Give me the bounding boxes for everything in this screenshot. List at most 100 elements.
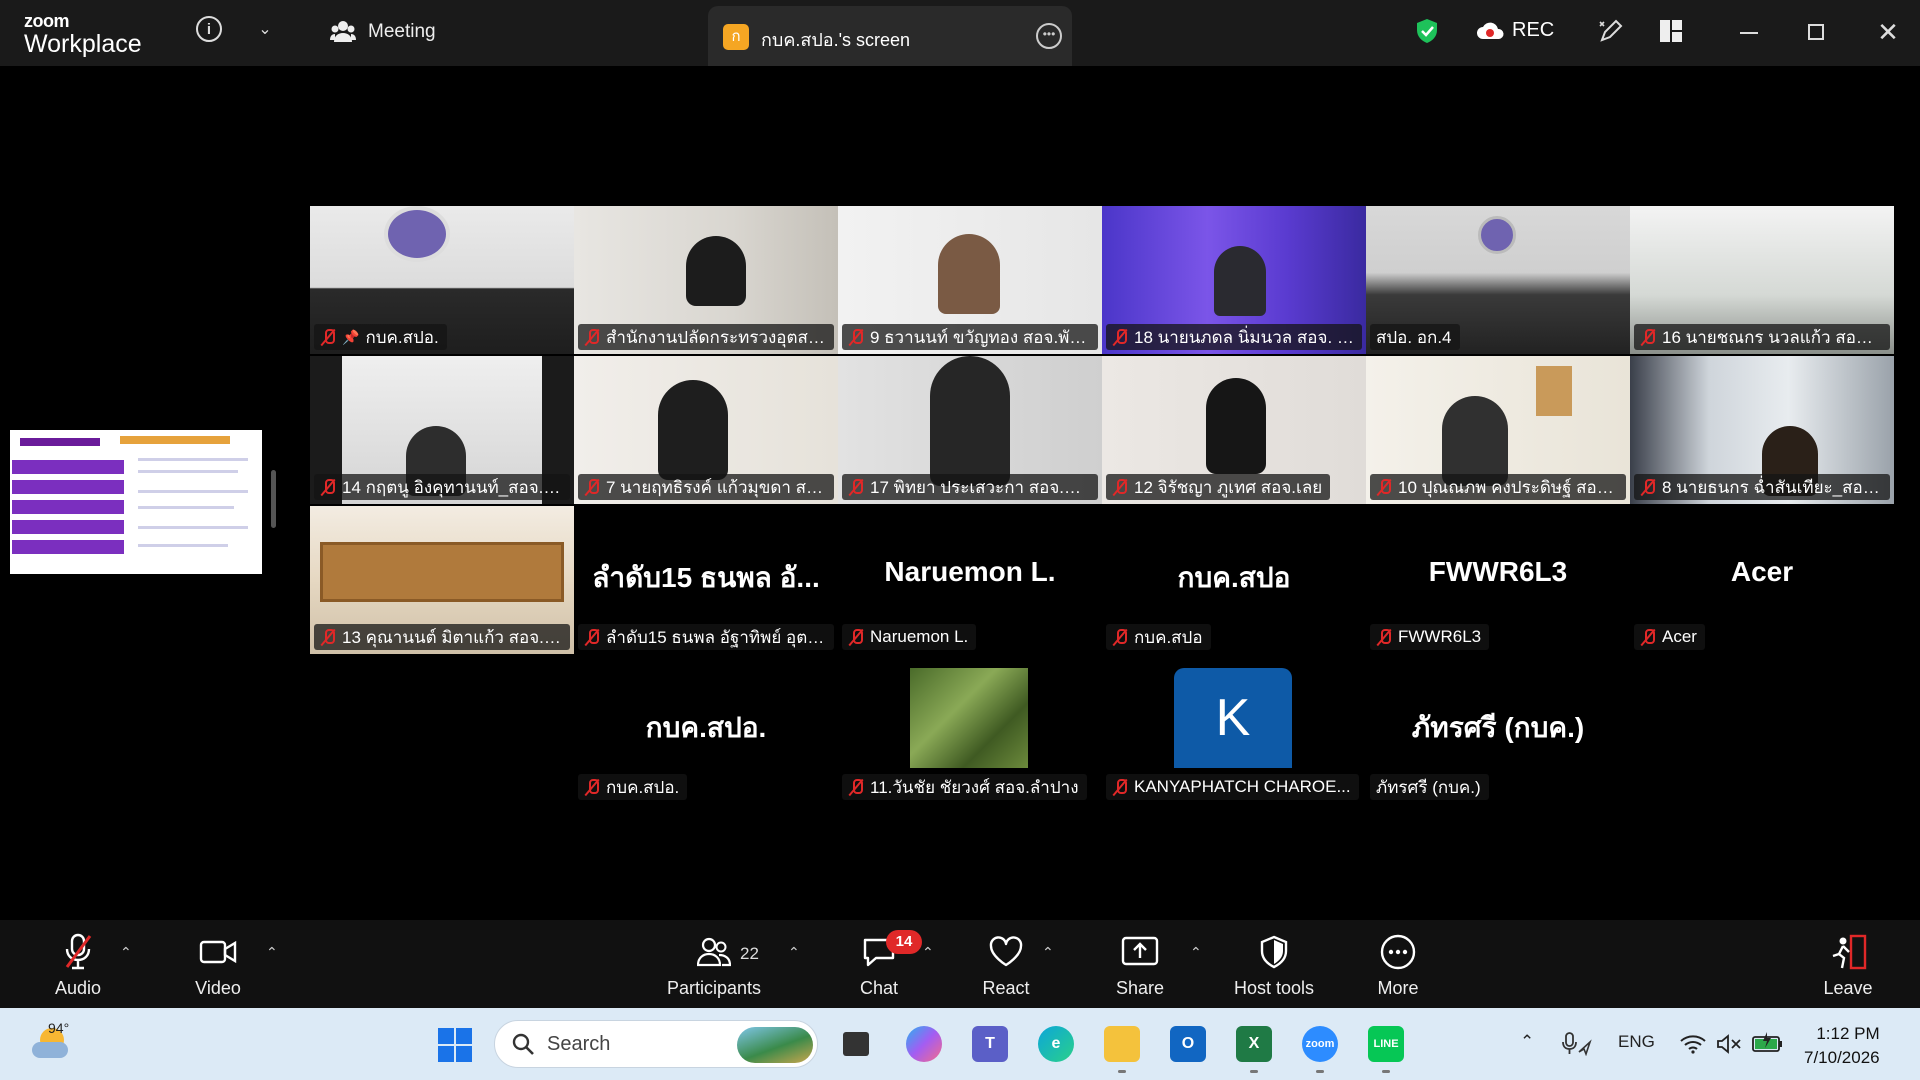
name-tag: Acer — [1634, 624, 1705, 650]
line-icon[interactable]: LINE — [1368, 1026, 1404, 1062]
participant-tile[interactable]: 9 ธวานนท์ ขวัญทอง สอจ.พัทลุง — [838, 206, 1102, 354]
outlook-icon[interactable]: O — [1170, 1026, 1206, 1062]
clock-time: 1:12 PM — [1816, 1024, 1880, 1043]
copilot-icon[interactable] — [906, 1026, 942, 1062]
file-explorer-icon[interactable] — [1104, 1026, 1140, 1062]
close-icon[interactable]: ✕ — [1876, 17, 1900, 47]
participant-tile[interactable]: 13 คุณานนต์ มิตาแก้ว สอจ.ส... — [310, 506, 574, 654]
system-clock[interactable]: 1:12 PM 7/10/2026 — [1804, 1022, 1880, 1070]
participant-tile[interactable]: 18 นายนภดล นิ่มนวล สอจ. อ... — [1102, 206, 1366, 354]
participant-tile[interactable]: กบค.สปอ. กบค.สปอ. — [574, 656, 838, 804]
more-icon[interactable]: ••• — [1036, 23, 1062, 49]
participant-tile[interactable]: Naruemon L. Naruemon L. — [838, 506, 1102, 654]
record-button[interactable]: REC — [1476, 19, 1554, 42]
thumb-bar — [12, 500, 124, 514]
name-tag: Naruemon L. — [842, 624, 977, 650]
minimize-icon[interactable] — [1740, 32, 1758, 34]
participant-name: 14 กฤตนู อิงคุทานนท์_สอจ.สร... — [342, 477, 562, 497]
host-tools-label: Host tools — [1233, 978, 1315, 998]
thumb-bar — [12, 540, 124, 554]
participant-tile[interactable]: 14 กฤตนู อิงคุทานนท์_สอจ.สร... — [310, 356, 574, 504]
participant-tile[interactable]: 8 นายธนกร ฉ่ำสันเทียะ_สอจ.... — [1630, 356, 1894, 504]
name-tag: สปอ. อก.4 — [1370, 324, 1460, 350]
video-button[interactable]: Video — [158, 932, 278, 999]
participant-name: 13 คุณานนต์ มิตาแก้ว สอจ.ส... — [342, 627, 562, 647]
taskbar-search[interactable]: Search — [494, 1020, 818, 1068]
leave-button[interactable]: Leave — [1788, 932, 1908, 999]
participant-tile[interactable]: สำนักงานปลัดกระทรวงอุตสาห... — [574, 206, 838, 354]
name-tag: 18 นายนภดล นิ่มนวล สอจ. อ... — [1106, 324, 1362, 350]
mic-muted-icon — [584, 628, 600, 646]
show-hidden-icons[interactable]: ⌃ — [1520, 1032, 1534, 1052]
chevron-down-icon[interactable]: ⌄ — [254, 18, 276, 40]
windows-taskbar: 94° Search T e O X zoom LINE ⌃ ENG 1:12 … — [0, 1008, 1920, 1080]
thumb-text — [138, 458, 248, 461]
thumbnail-resize-handle[interactable] — [271, 470, 276, 528]
info-icon[interactable]: i — [196, 16, 222, 42]
mic-muted-icon — [1112, 328, 1128, 346]
participant-tile[interactable]: 10 ปุณณภพ คงประดิษฐ์ สอจ.... — [1366, 356, 1630, 504]
windows-start-icon[interactable] — [438, 1028, 472, 1062]
participant-tile[interactable]: 12 จิรัชญา ภูเทศ สอจ.เลย — [1102, 356, 1366, 504]
layout-icon[interactable] — [1660, 20, 1682, 42]
react-options-caret[interactable]: ⌃ — [1042, 944, 1054, 961]
person-silhouette — [1214, 246, 1266, 316]
chat-options-caret[interactable]: ⌃ — [922, 944, 934, 961]
restore-icon[interactable] — [1808, 24, 1824, 40]
pen-icon[interactable] — [1598, 18, 1624, 44]
audio-options-caret[interactable]: ⌃ — [120, 944, 132, 961]
shield-check-icon[interactable] — [1416, 18, 1438, 44]
excel-icon[interactable]: X — [1236, 1026, 1272, 1062]
participant-name: กบค.สปอ. — [606, 777, 680, 797]
share-options-caret[interactable]: ⌃ — [1190, 944, 1202, 961]
participant-tile[interactable]: กบค.สปอ กบค.สปอ — [1102, 506, 1366, 654]
edge-icon[interactable]: e — [1038, 1026, 1074, 1062]
participant-display-name: ลำดับ15 ธนพล อั... — [592, 562, 820, 593]
participant-tile[interactable]: 16 นายชณกร นวลแก้ว สอจ.ส... — [1630, 206, 1894, 354]
audio-label: Audio — [54, 978, 102, 998]
participant-name: KANYAPHATCH CHAROE... — [1134, 777, 1351, 796]
rec-label: REC — [1512, 19, 1555, 41]
participant-name: 12 จิรัชญา ภูเทศ สอจ.เลย — [1134, 477, 1323, 497]
participant-tile[interactable]: 17 พิทยา ประเสวะกา สอจ.อุด... — [838, 356, 1102, 504]
teams-icon[interactable]: T — [972, 1026, 1008, 1062]
meeting-button[interactable]: Meeting — [330, 20, 436, 44]
participant-name: ลำดับ15 ธนพล อัฐาทิพย์ อุตส... — [606, 627, 826, 647]
zoom-icon[interactable]: zoom — [1302, 1026, 1338, 1062]
clock-date: 7/10/2026 — [1804, 1048, 1880, 1067]
task-view-icon[interactable] — [838, 1026, 874, 1062]
board — [320, 542, 564, 602]
thumb-bar — [12, 520, 124, 534]
participant-tile[interactable]: Acer Acer — [1630, 506, 1894, 654]
name-tag: สำนักงานปลัดกระทรวงอุตสาห... — [578, 324, 834, 350]
language-indicator[interactable]: ENG — [1618, 1032, 1655, 1052]
name-tag: กบค.สปอ — [1106, 624, 1211, 650]
video-options-caret[interactable]: ⌃ — [266, 944, 278, 961]
cloud-icon — [32, 1042, 68, 1058]
share-button[interactable]: Share — [1080, 932, 1200, 999]
wifi-icon[interactable] — [1680, 1034, 1706, 1054]
participant-tile[interactable]: 7 นายฤทธิรงค์ แก้วมุขดา สอจ... — [574, 356, 838, 504]
microphone-in-use-icon[interactable] — [1562, 1032, 1592, 1056]
react-button[interactable]: React — [946, 932, 1066, 999]
shared-screen-thumbnail[interactable] — [10, 430, 262, 574]
name-tag: ภัทรศรี (กบค.) — [1370, 774, 1489, 800]
pin-icon: 📌 — [342, 328, 360, 345]
thumb-text — [138, 526, 248, 529]
shared-screen-tab[interactable]: ก กบค.สปอ.'s screen ••• — [708, 6, 1072, 66]
participants-options-caret[interactable]: ⌃ — [788, 944, 800, 961]
participant-tile[interactable]: 📌 กบค.สปอ. — [310, 206, 574, 354]
participant-tile[interactable]: FWWR6L3 FWWR6L3 — [1366, 506, 1630, 654]
participant-tile[interactable]: ลำดับ15 ธนพล อั... ลำดับ15 ธนพล อัฐาทิพย… — [574, 506, 838, 654]
name-tag: 14 กฤตนู อิงคุทานนท์_สอจ.สร... — [314, 474, 570, 500]
host-tools-button[interactable]: Host tools — [1214, 932, 1334, 999]
volume-muted-icon[interactable] — [1716, 1034, 1742, 1054]
battery-charging-icon[interactable] — [1752, 1032, 1784, 1054]
more-button[interactable]: More — [1338, 932, 1458, 999]
logo-top: zoom — [24, 11, 69, 31]
participant-tile[interactable]: ภัทรศรี (กบค.) ภัทรศรี (กบค.) — [1366, 656, 1630, 804]
participant-name: Naruemon L. — [870, 627, 969, 646]
audio-button[interactable]: Audio — [18, 932, 138, 999]
participant-tile[interactable]: สปอ. อก.4 — [1366, 206, 1630, 354]
participants-button[interactable]: Participants — [654, 932, 774, 999]
